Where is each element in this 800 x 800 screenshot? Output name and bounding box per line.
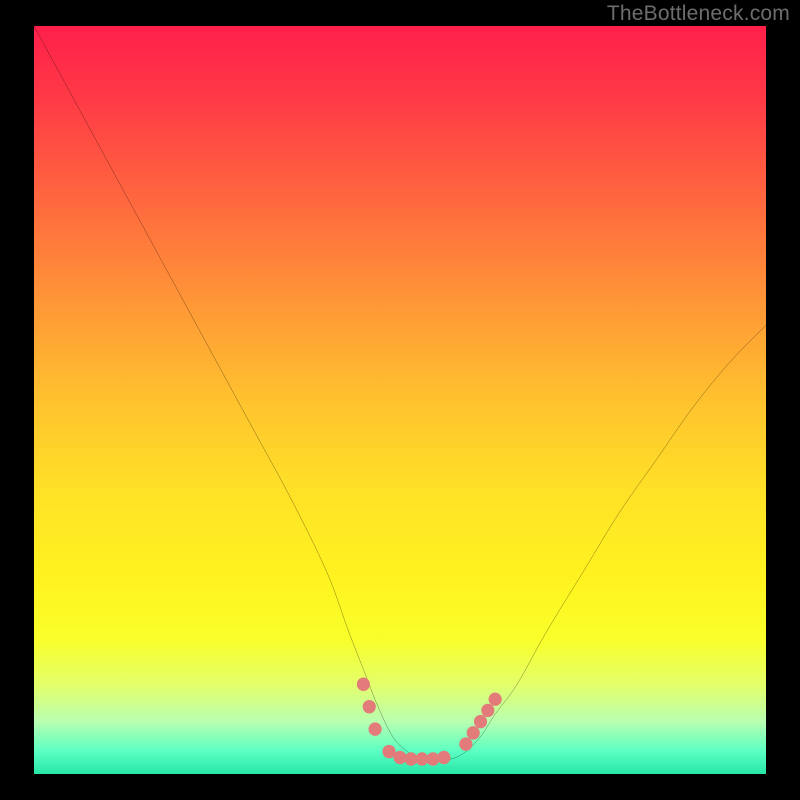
curve-marker (467, 726, 480, 739)
curve-marker (474, 715, 487, 728)
curve-marker (357, 678, 370, 691)
chart-stage: TheBottleneck.com (0, 0, 800, 800)
curve-marker (489, 692, 502, 705)
attribution-text: TheBottleneck.com (607, 2, 790, 26)
curve-marker (481, 704, 494, 717)
curve-marker (437, 751, 450, 764)
curve-marker (459, 737, 472, 750)
curve-marker (369, 722, 382, 735)
bottleneck-curve (34, 26, 766, 760)
curve-markers (357, 678, 502, 766)
curve-marker (363, 700, 376, 713)
curve-layer (34, 26, 766, 774)
